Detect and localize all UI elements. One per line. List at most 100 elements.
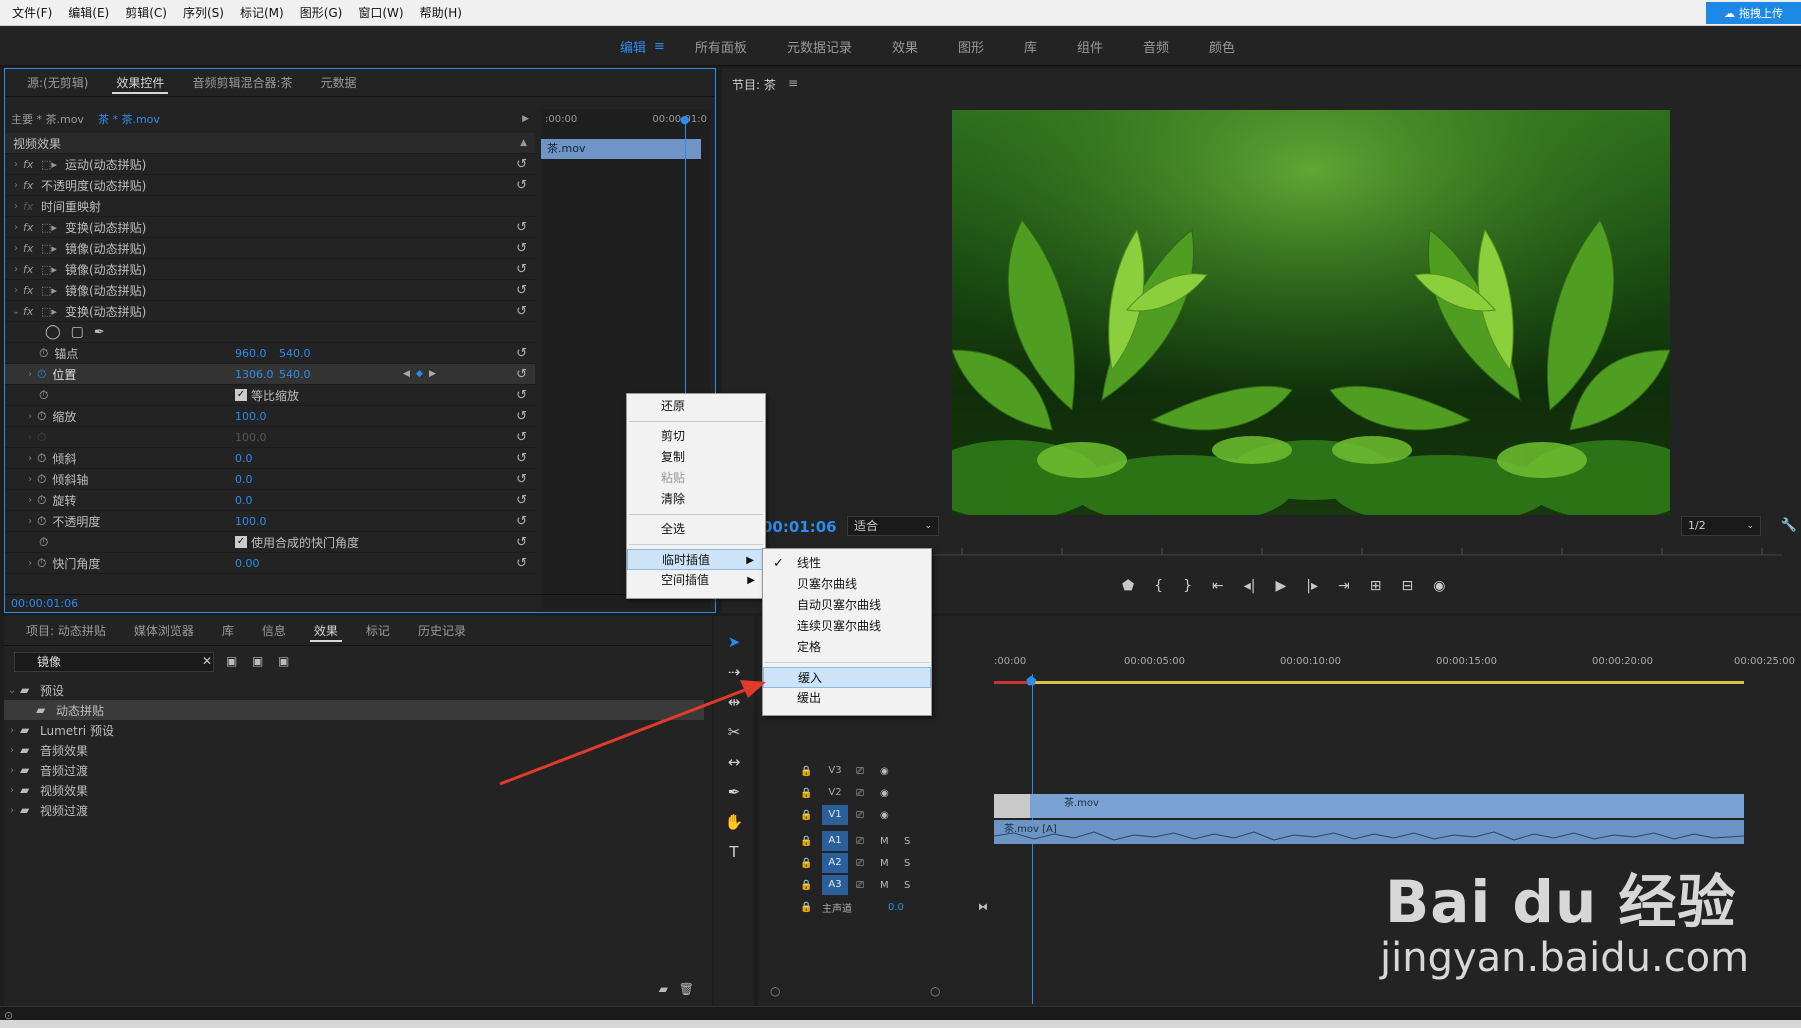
slip-tool-icon[interactable]: ↔ bbox=[722, 750, 746, 774]
reset-icon[interactable]: ↺ bbox=[516, 493, 527, 508]
shutter-angle-row[interactable]: › ⏱ 快门角度 0.00 ↺ bbox=[5, 553, 535, 574]
track-label[interactable]: A3 bbox=[822, 875, 848, 895]
audio-clip[interactable]: 茶.mov [A] bbox=[994, 820, 1744, 844]
stopwatch-icon[interactable]: ⏱ bbox=[37, 367, 46, 382]
solo-button[interactable]: S bbox=[904, 880, 910, 891]
position-y-value[interactable]: 540.0 bbox=[279, 368, 311, 381]
reset-icon[interactable]: ↺ bbox=[516, 346, 527, 361]
type-tool-icon[interactable]: T bbox=[722, 840, 746, 864]
lock-icon[interactable]: 🔒 bbox=[800, 788, 812, 799]
submenu-item-linear[interactable]: ✓ 线性 bbox=[763, 553, 931, 574]
stopwatch-icon[interactable]: ⏱ bbox=[37, 451, 46, 466]
scale-value[interactable]: 100.0 bbox=[235, 410, 267, 423]
menu-item-undo[interactable]: 还原 bbox=[627, 396, 765, 417]
tab-markers[interactable]: 标记 bbox=[352, 617, 404, 645]
reset-icon[interactable]: ↺ bbox=[516, 220, 527, 235]
expand-icon[interactable]: › bbox=[23, 495, 37, 506]
workspace-tab-metadata[interactable]: 元数据记录 bbox=[767, 37, 872, 56]
ripple-edit-tool-icon[interactable]: ⇹ bbox=[722, 690, 746, 714]
track-label[interactable]: A1 bbox=[822, 831, 848, 851]
collapse-icon[interactable]: ⌄ bbox=[4, 685, 20, 696]
expand-icon[interactable]: › bbox=[9, 201, 23, 212]
reset-icon[interactable]: ↺ bbox=[516, 430, 527, 445]
tree-item-video-transitions[interactable]: › ▰ 视频过渡 bbox=[4, 800, 704, 820]
expand-icon[interactable]: › bbox=[4, 765, 20, 776]
tree-item-lumetri[interactable]: › ▰ Lumetri 预设 bbox=[4, 720, 704, 740]
expand-icon[interactable]: › bbox=[4, 785, 20, 796]
sync-lock-icon[interactable]: ⎚ bbox=[856, 858, 864, 869]
effect-controls-clip-bar[interactable]: 茶.mov bbox=[541, 139, 701, 159]
menu-graphics[interactable]: 图形(G) bbox=[292, 0, 351, 26]
effect-row[interactable]: › fx 时间重映射 bbox=[5, 196, 535, 217]
fx-icon[interactable]: fx bbox=[23, 158, 41, 171]
fx-icon[interactable]: fx bbox=[23, 221, 41, 234]
delete-icon[interactable]: 🗑 bbox=[679, 982, 694, 996]
stopwatch-icon[interactable]: ⏱ bbox=[37, 409, 46, 424]
workspace-tab-library[interactable]: 库 bbox=[1004, 37, 1057, 56]
reset-icon[interactable]: ↺ bbox=[516, 409, 527, 424]
track-select-tool-icon[interactable]: ⇢ bbox=[722, 660, 746, 684]
sync-lock-icon[interactable]: ⎚ bbox=[856, 880, 864, 891]
eye-icon[interactable]: ◉ bbox=[880, 810, 889, 821]
effect-row[interactable]: › fx 不透明度(动态拼贴) ↺ bbox=[5, 175, 535, 196]
reset-icon[interactable]: ↺ bbox=[516, 556, 527, 571]
track-master[interactable]: 🔒 主声道 0.0 ⧓ bbox=[758, 896, 994, 918]
effect-row[interactable]: ⌄ fx ⬚▸ 变换(动态拼贴) ↺ bbox=[5, 301, 535, 322]
submenu-item-auto-bezier[interactable]: 自动贝塞尔曲线 bbox=[763, 595, 931, 616]
yuv-effects-icon[interactable]: ▣ bbox=[278, 654, 289, 668]
expand-icon[interactable]: › bbox=[4, 745, 20, 756]
program-monitor-title[interactable]: 节目: 茶 bbox=[732, 76, 776, 93]
prev-keyframe-icon[interactable]: ◀ bbox=[403, 369, 410, 379]
submenu-item-ease-in[interactable]: 缓入 bbox=[763, 667, 931, 688]
expand-icon[interactable]: › bbox=[9, 159, 23, 170]
track-label[interactable]: V3 bbox=[822, 761, 848, 781]
new-folder-icon[interactable]: ▰ bbox=[659, 982, 668, 996]
tab-library[interactable]: 库 bbox=[208, 617, 248, 645]
wrench-icon[interactable]: 🔧 bbox=[1781, 518, 1797, 533]
playhead-handle-icon[interactable]: ⬟ bbox=[1026, 674, 1036, 688]
insert-icon[interactable]: ⊞ bbox=[1370, 578, 1382, 594]
stopwatch-icon[interactable]: ⏱ bbox=[37, 514, 46, 529]
fx-icon[interactable]: fx bbox=[23, 179, 41, 192]
32bit-effects-icon[interactable]: ▣ bbox=[252, 654, 263, 668]
tab-project[interactable]: 项目: 动态拼贴 bbox=[12, 617, 120, 645]
add-keyframe-icon[interactable]: ◆ bbox=[416, 369, 423, 379]
lock-icon[interactable]: 🔒 bbox=[800, 810, 812, 821]
expand-icon[interactable]: › bbox=[23, 474, 37, 485]
expand-icon[interactable]: › bbox=[9, 180, 23, 191]
reset-icon[interactable]: ↺ bbox=[516, 451, 527, 466]
reset-icon[interactable]: ↺ bbox=[516, 283, 527, 298]
step-back-icon[interactable]: ◂| bbox=[1244, 578, 1256, 594]
tree-item-audio-effects[interactable]: › ▰ 音频效果 bbox=[4, 740, 704, 760]
expand-icon[interactable]: › bbox=[23, 558, 37, 569]
menu-file[interactable]: 文件(F) bbox=[4, 0, 60, 26]
clear-search-icon[interactable]: ✕ bbox=[202, 654, 212, 668]
reset-icon[interactable]: ↺ bbox=[516, 472, 527, 487]
step-forward-icon[interactable]: |▸ bbox=[1306, 578, 1318, 594]
effect-row[interactable]: › fx ⬚▸ 变换(动态拼贴) ↺ bbox=[5, 217, 535, 238]
anchor-y-value[interactable]: 540.0 bbox=[279, 347, 311, 360]
sync-lock-icon[interactable]: ⎚ bbox=[856, 788, 864, 799]
workspace-tab-all-panels[interactable]: 所有面板 bbox=[675, 37, 767, 56]
pen-tool-icon[interactable]: ✒ bbox=[722, 780, 746, 804]
effect-row[interactable]: › fx ⬚▸ 运动(动态拼贴) ↺ bbox=[5, 154, 535, 175]
menu-item-temporal-interpolation[interactable]: 临时插值 ▶ bbox=[627, 549, 765, 570]
timeline-ruler[interactable]: :00:00 00:00:05:00 00:00:10:00 00:00:15:… bbox=[994, 656, 1795, 676]
tab-metadata[interactable]: 元数据 bbox=[306, 69, 370, 97]
zoom-handle-left-icon[interactable]: ○ bbox=[770, 984, 780, 998]
expand-icon[interactable]: › bbox=[9, 264, 23, 275]
overwrite-icon[interactable]: ⊟ bbox=[1402, 578, 1414, 594]
expand-icon[interactable]: › bbox=[9, 243, 23, 254]
expand-icon[interactable]: › bbox=[23, 369, 37, 380]
menu-item-clear[interactable]: 清除 bbox=[627, 489, 765, 510]
submenu-item-bezier[interactable]: 贝塞尔曲线 bbox=[763, 574, 931, 595]
expand-icon[interactable]: › bbox=[23, 453, 37, 464]
skew-axis-value[interactable]: 0.0 bbox=[235, 473, 253, 486]
lock-icon[interactable]: 🔒 bbox=[800, 880, 812, 891]
track-v1[interactable]: 🔒 V1 ⎚ ◉ bbox=[758, 804, 994, 826]
expand-icon[interactable]: › bbox=[4, 725, 20, 736]
opacity-value[interactable]: 100.0 bbox=[235, 515, 267, 528]
effect-row[interactable]: › fx ⬚▸ 镜像(动态拼贴) ↺ bbox=[5, 259, 535, 280]
workspace-tab-effects[interactable]: 效果 bbox=[872, 37, 938, 56]
submenu-item-hold[interactable]: 定格 bbox=[763, 637, 931, 658]
